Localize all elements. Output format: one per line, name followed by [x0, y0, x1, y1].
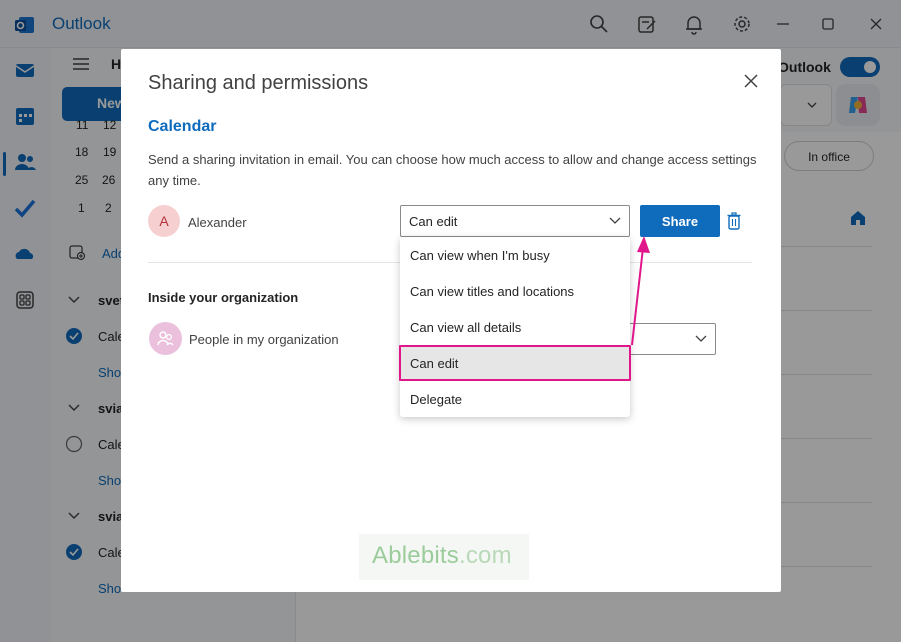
menu-item-view-busy[interactable]: Can view when I'm busy	[400, 237, 630, 273]
watermark: Ablebits.com	[359, 534, 529, 580]
people-icon	[157, 331, 174, 346]
watermark-suffix: .com	[458, 542, 512, 569]
dialog-description: Send a sharing invitation in email. You …	[148, 152, 757, 188]
avatar: A	[148, 205, 180, 237]
invitee-name: Alexander	[188, 215, 247, 230]
menu-item-delegate[interactable]: Delegate	[400, 381, 630, 417]
organization-name: People in my organization	[189, 332, 339, 347]
chevron-down-icon	[695, 335, 707, 342]
share-button[interactable]: Share	[640, 205, 720, 237]
permission-select[interactable]: Can edit	[400, 205, 630, 237]
section-title: Inside your organization	[148, 290, 299, 305]
chevron-down-icon	[609, 217, 621, 224]
permission-menu: Can view when I'm busy Can view titles a…	[400, 237, 630, 417]
organization-avatar	[149, 322, 182, 355]
sharing-dialog: Sharing and permissions Calendar Send a …	[121, 49, 781, 592]
calendar-name: Calendar	[148, 118, 217, 135]
dialog-title: Sharing and permissions	[148, 72, 369, 94]
close-icon[interactable]	[743, 73, 759, 89]
menu-item-view-details[interactable]: Can view all details	[400, 309, 630, 345]
menu-item-view-titles[interactable]: Can view titles and locations	[400, 273, 630, 309]
trash-icon[interactable]	[727, 212, 741, 230]
watermark-brand: Ablebits	[372, 542, 459, 569]
highlight-box	[399, 345, 631, 381]
